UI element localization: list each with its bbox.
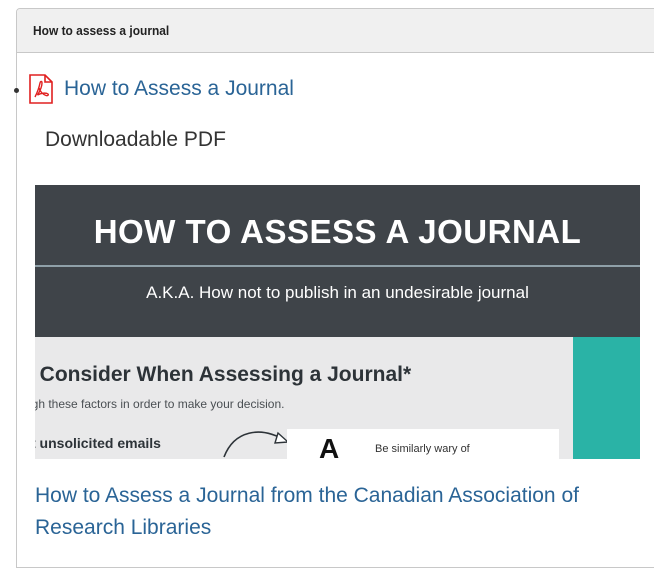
infographic-preview-image[interactable]: HOW TO ASSESS A JOURNAL A.K.A. How not t… [35,185,640,459]
bullet [14,88,19,93]
teal-accent-block [573,337,640,459]
caption-link[interactable]: How to Assess a Journal from the Canadia… [35,480,595,544]
resource-link-text[interactable]: How to Assess a Journal [64,77,294,101]
box-header: How to assess a journal [17,9,654,53]
card-letter: A [319,433,340,459]
infographic-heading: o Consider When Assessing a Journal* [35,363,412,386]
infographic-instruction: igh these factors in order to make your … [35,397,285,411]
box-title: How to assess a journal [33,23,170,38]
infographic-title: HOW TO ASSESS A JOURNAL [93,213,582,250]
resource-description: Downloadable PDF [45,128,226,151]
infographic-subtitle: A.K.A. How not to publish in an undesira… [146,283,529,302]
infographic-item: t unsolicited emails [35,435,161,451]
infographic-banner: HOW TO ASSESS A JOURNAL A.K.A. How not t… [35,185,640,337]
banner-divider [35,265,640,267]
resource-link[interactable]: How to Assess a Journal [28,74,294,104]
pdf-icon[interactable] [28,74,54,104]
card-text: Be similarly wary of [375,443,470,455]
